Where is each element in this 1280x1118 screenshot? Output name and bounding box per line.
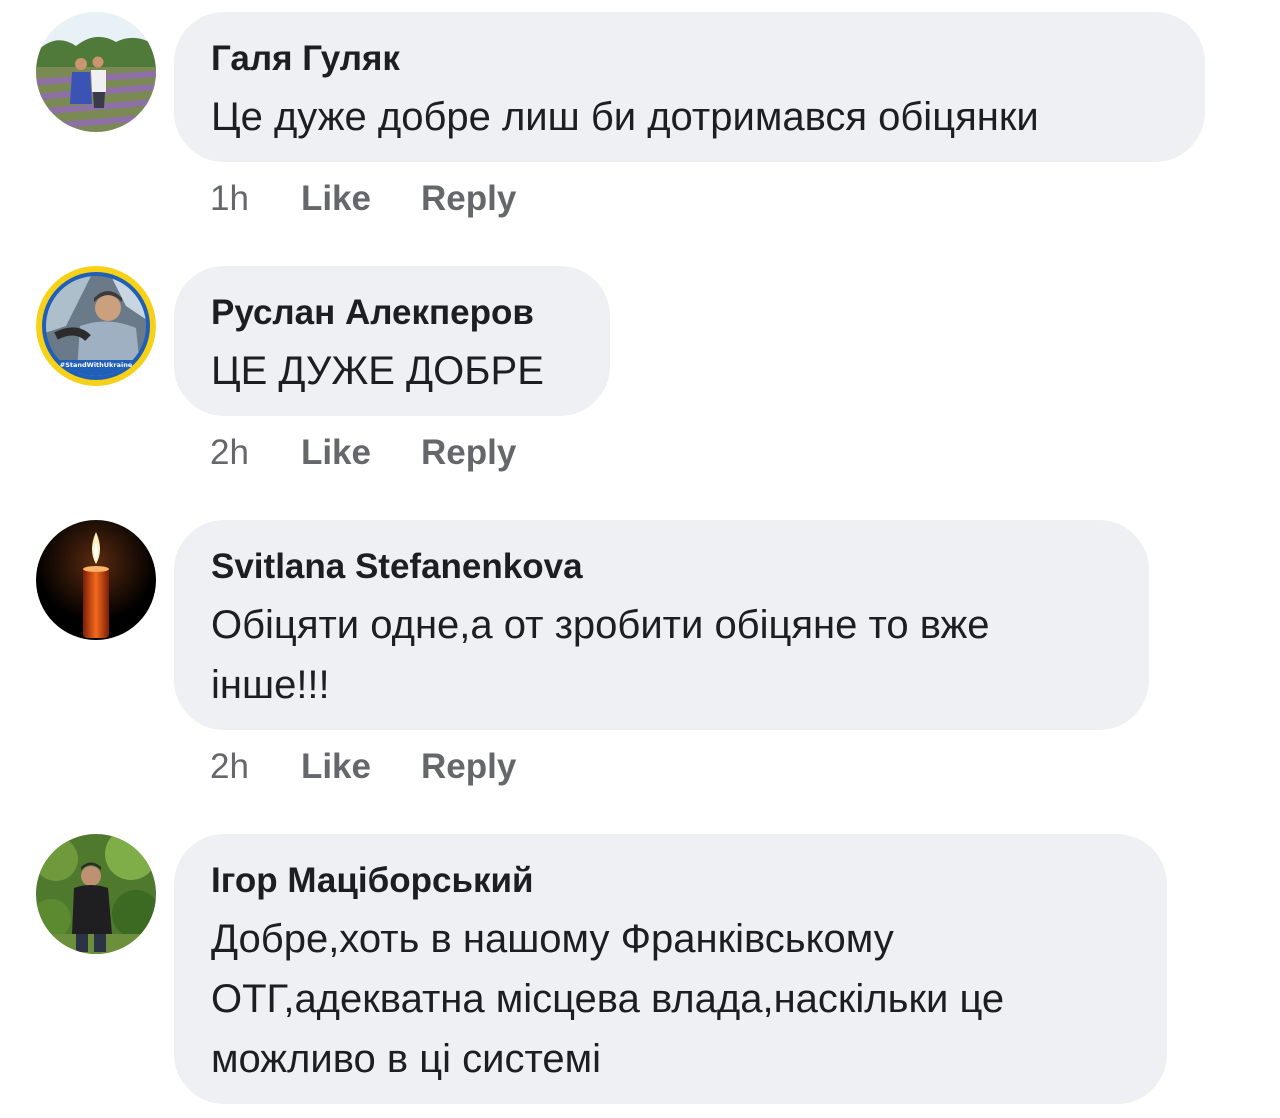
person-photo-avatar-icon (36, 834, 156, 954)
author-name[interactable]: Ігор Маціборський (211, 860, 1129, 902)
comment-bubble: Галя Гуляк Це дуже добре лиш би дотримав… (174, 12, 1205, 162)
comment-text: Добре,хоть в нашому Франківському ОТГ,ад… (211, 917, 1005, 1081)
reply-button[interactable]: Reply (421, 179, 516, 219)
comment-actions: 1h Like Reply (210, 179, 516, 219)
like-button[interactable]: Like (301, 747, 371, 787)
reply-button[interactable]: Reply (421, 747, 516, 787)
like-button[interactable]: Like (301, 179, 371, 219)
comment-bubble: Svitlana Stefanenkova Обіцяти одне,а от … (174, 520, 1149, 730)
comment-bubble: Ігор Маціборський Добре,хоть в нашому Фр… (174, 834, 1167, 1104)
comment-timestamp[interactable]: 2h (210, 433, 249, 473)
comment-actions: 2h Like Reply (210, 747, 516, 787)
reply-button[interactable]: Reply (421, 433, 516, 473)
comment-text: Обіцяти одне,а от зробити обіцяне то вже… (211, 603, 990, 707)
person-photo-avatar-icon: #StandWithUkraine (36, 266, 156, 386)
author-name[interactable]: Svitlana Stefanenkova (211, 546, 1111, 588)
person-photo-avatar-icon (36, 12, 156, 132)
comment-text: Це дуже добре лиш би дотримався обіцянки (211, 95, 1039, 139)
author-name[interactable]: Галя Гуляк (211, 38, 1167, 80)
comment-text: ЦЕ ДУЖЕ ДОБРЕ (211, 349, 544, 393)
candle-avatar-icon (36, 520, 156, 640)
author-name[interactable]: Руслан Алекперов (211, 292, 572, 334)
avatar[interactable] (36, 520, 156, 640)
comment-actions: 2h Like Reply (210, 433, 516, 473)
stand-with-ukraine-label: #StandWithUkraine (60, 361, 133, 369)
comment-timestamp[interactable]: 2h (210, 747, 249, 787)
comment-bubble: Руслан Алекперов ЦЕ ДУЖЕ ДОБРЕ (174, 266, 610, 416)
avatar[interactable] (36, 12, 156, 132)
like-button[interactable]: Like (301, 433, 371, 473)
avatar[interactable] (36, 834, 156, 954)
avatar[interactable]: #StandWithUkraine (36, 266, 156, 386)
comment-timestamp[interactable]: 1h (210, 179, 249, 219)
